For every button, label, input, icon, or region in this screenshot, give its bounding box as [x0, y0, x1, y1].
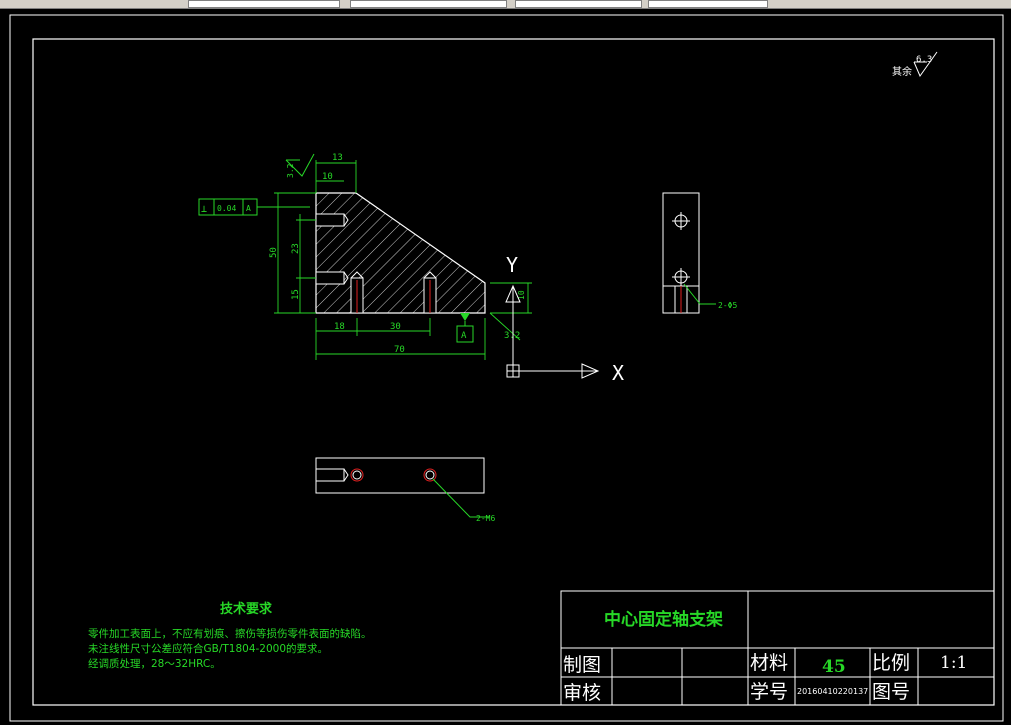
svg-text:2-Φ5: 2-Φ5	[718, 301, 737, 310]
tech-requirements: 技术要求 零件加工表面上，不应有划痕、擦伤等损伤零件表面的缺陷。 未注线性尺寸公…	[88, 601, 372, 670]
front-view-section	[315, 192, 486, 314]
roughness-note: 其余 6.3	[892, 51, 938, 78]
svg-text:Y: Y	[506, 253, 518, 277]
svg-text:3.2: 3.2	[286, 163, 295, 178]
drawn-by-label: 制图	[563, 654, 601, 676]
part-name: 中心固定轴支架	[604, 609, 723, 630]
svg-text:3.2: 3.2	[504, 331, 520, 341]
svg-text:6.3: 6.3	[916, 55, 932, 65]
drawing-canvas[interactable]: 其余 6.3 13 10 50 23 15 18 30 70 10 3.2 3.…	[0, 9, 1011, 725]
checked-by-label: 审核	[563, 682, 601, 704]
datum-symbol: A	[456, 313, 474, 343]
top-view	[315, 457, 490, 518]
svg-text:0.04: 0.04	[217, 204, 236, 213]
svg-text:70: 70	[394, 345, 405, 355]
toolbar-field-3[interactable]	[515, 0, 642, 8]
tech-req-line-2: 未注线性尺寸公差应符合GB/T1804-2000的要求。	[88, 642, 328, 655]
material-label: 材料	[750, 652, 788, 674]
student-id-label: 学号	[750, 681, 788, 703]
svg-text:A: A	[461, 331, 467, 341]
material-value: 45	[822, 657, 846, 677]
svg-text:⊥: ⊥	[201, 204, 207, 215]
toolbar-field-4[interactable]	[648, 0, 768, 8]
student-id-value: 20160410220137	[797, 687, 868, 696]
drawing-no-label: 图号	[872, 681, 910, 703]
front-view	[315, 192, 486, 314]
svg-text:其余: 其余	[892, 65, 912, 78]
tolerance-frame: ⊥ 0.04 A	[198, 198, 310, 216]
svg-text:10: 10	[322, 172, 333, 182]
window-toolbar	[0, 0, 1011, 9]
svg-text:2-M6: 2-M6	[476, 514, 495, 523]
toolbar-field-1[interactable]	[188, 0, 340, 8]
svg-text:23: 23	[291, 243, 301, 254]
side-view	[662, 192, 716, 314]
svg-text:A: A	[246, 204, 251, 213]
toolbar-field-2[interactable]	[350, 0, 507, 8]
scale-value: 1:1	[940, 653, 967, 673]
tech-req-line-3: 经调质处理，28～32HRC。	[88, 657, 221, 670]
svg-text:18: 18	[334, 322, 345, 332]
svg-text:50: 50	[269, 247, 279, 258]
svg-text:15: 15	[291, 289, 301, 300]
tech-req-line-1: 零件加工表面上，不应有划痕、擦伤等损伤零件表面的缺陷。	[88, 627, 372, 640]
svg-text:X: X	[612, 361, 624, 385]
svg-text:30: 30	[390, 322, 401, 332]
scale-label: 比例	[872, 652, 910, 674]
tech-requirements-title: 技术要求	[220, 601, 273, 617]
svg-text:13: 13	[332, 153, 343, 163]
